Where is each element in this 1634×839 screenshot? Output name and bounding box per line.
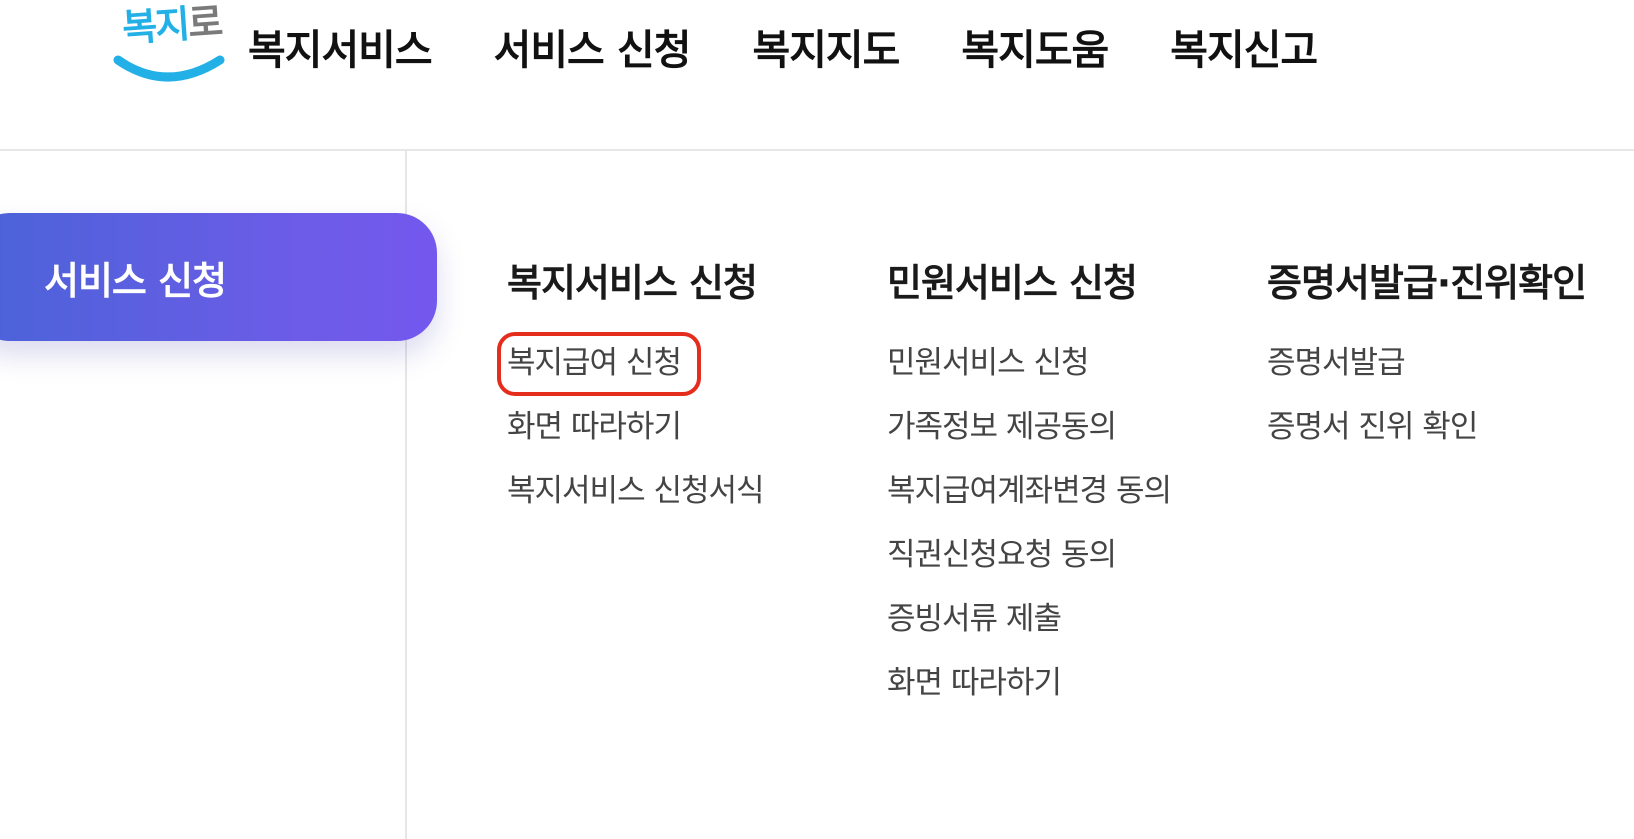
submenu-list: 민원서비스 신청 가족정보 제공동의 복지급여계좌변경 동의 직권신청요청 동의… bbox=[887, 338, 1172, 722]
logo-text-accent: 로 bbox=[186, 0, 223, 46]
submenu-item-certificate-issuance[interactable]: 증명서발급 bbox=[1267, 338, 1586, 402]
submenu-item-certificate-verification[interactable]: 증명서 진위 확인 bbox=[1267, 402, 1586, 466]
submenu-column-title: 민원서비스 신청 bbox=[887, 261, 1138, 305]
logo-text-main: 복지 bbox=[120, 1, 190, 51]
submenu-column-title: 증명서발급·진위확인 bbox=[1267, 261, 1587, 305]
submenu-column-title: 복지서비스 신청 bbox=[507, 261, 758, 305]
submenu-item-civil-service-application[interactable]: 민원서비스 신청 bbox=[887, 338, 1171, 402]
submenu-item-screen-guide[interactable]: 화면 따라하기 bbox=[507, 402, 764, 466]
nav-item-welfare-services[interactable]: 복지서비스 bbox=[248, 16, 433, 76]
submenu-item-welfare-benefit-application[interactable]: 복지급여 신청 bbox=[507, 338, 764, 402]
submenu-item-screen-guide[interactable]: 화면 따라하기 bbox=[887, 658, 1171, 722]
active-category-label: 서비스 신청 bbox=[44, 258, 227, 303]
submenu-column-civil-application: 민원서비스 신청 민원서비스 신청 가족정보 제공동의 복지급여계좌변경 동의 … bbox=[887, 258, 1172, 722]
nav-item-welfare-help[interactable]: 복지도움 bbox=[961, 16, 1109, 76]
nav-item-welfare-report[interactable]: 복지신고 bbox=[1170, 16, 1318, 76]
submenu-list: 복지급여 신청 화면 따라하기 복지서비스 신청서식 bbox=[507, 338, 765, 530]
submenu-list: 증명서발급 증명서 진위 확인 bbox=[1267, 338, 1586, 466]
submenu-column-certificates: 증명서발급·진위확인 증명서발급 증명서 진위 확인 bbox=[1267, 258, 1587, 466]
submenu-sidebar: 서비스 신청 bbox=[0, 151, 437, 839]
submenu-item-document-submission[interactable]: 증빙서류 제출 bbox=[887, 594, 1171, 658]
nav-item-service-application[interactable]: 서비스 신청 bbox=[494, 16, 692, 76]
nav-item-welfare-map[interactable]: 복지지도 bbox=[752, 16, 900, 76]
page: 복지로 복지서비스 서비스 신청 복지지도 복지도움 복지신고 서비스 신청 복… bbox=[0, 0, 1634, 839]
main-nav: 복지서비스 서비스 신청 복지지도 복지도움 복지신고 bbox=[248, 14, 1318, 78]
submenu-item-ex-officio-request-consent[interactable]: 직권신청요청 동의 bbox=[887, 530, 1171, 594]
logo-text: 복지로 bbox=[120, 0, 223, 52]
active-category-button[interactable]: 서비스 신청 bbox=[0, 213, 437, 341]
submenu-item-account-change-consent[interactable]: 복지급여계좌변경 동의 bbox=[887, 466, 1172, 530]
header: 복지로 복지서비스 서비스 신청 복지지도 복지도움 복지신고 bbox=[0, 0, 1634, 151]
submenu-item-family-info-consent[interactable]: 가족정보 제공동의 bbox=[887, 402, 1171, 466]
site-logo[interactable]: 복지로 bbox=[112, 0, 234, 94]
submenu-column-welfare-application: 복지서비스 신청 복지급여 신청 화면 따라하기 복지서비스 신청서식 bbox=[507, 258, 765, 530]
submenu-item-application-forms[interactable]: 복지서비스 신청서식 bbox=[507, 466, 765, 530]
